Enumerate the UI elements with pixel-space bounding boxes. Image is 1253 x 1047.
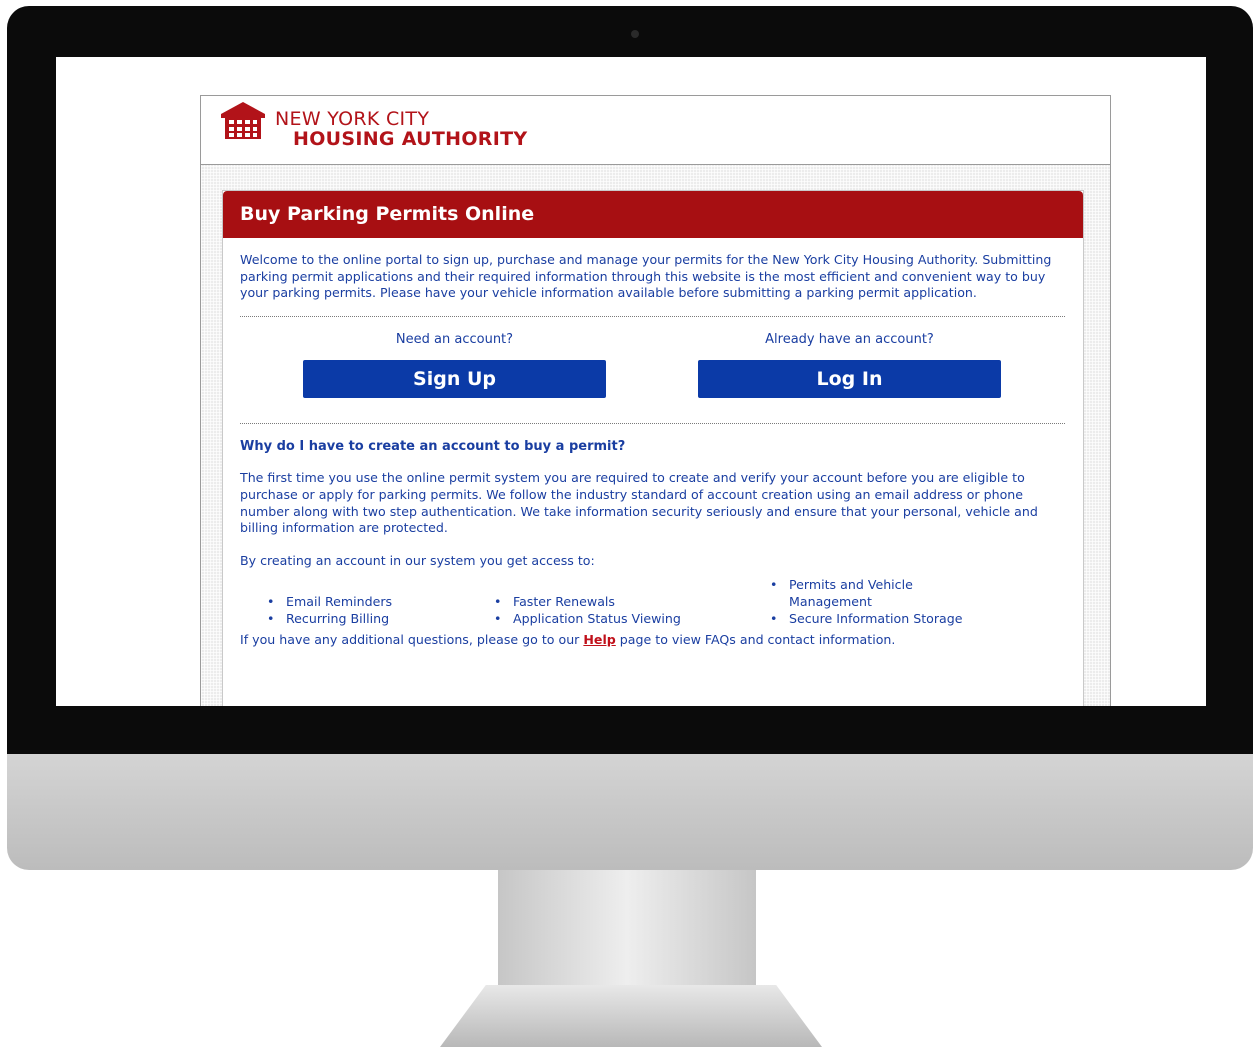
account-actions: Need an account? Sign Up Already have an… — [240, 317, 1065, 423]
list-item: Application Status Viewing — [489, 610, 681, 627]
intro-text: Welcome to the online portal to sign up,… — [240, 252, 1052, 301]
signup-question: Need an account? — [395, 332, 514, 348]
benefits-column: Email Reminders Recurring Billing — [262, 576, 392, 627]
signup-section: Need an account? Sign Up — [303, 317, 606, 399]
help-text-after: page to view FAQs and contact informatio… — [615, 631, 896, 647]
benefits-column: Permits and Vehicle Management Secure In… — [765, 576, 965, 627]
logo-text-line1: NEW YORK CITY — [275, 108, 430, 130]
benefits-column: Faster Renewals Application Status Viewi… — [489, 576, 681, 627]
access-intro: By creating an account in our system you… — [240, 552, 595, 568]
logo-text-line2: HOUSING AUTHORITY — [293, 128, 528, 150]
login-section: Already have an account? Log In — [698, 317, 1001, 399]
monitor-chin — [7, 754, 1253, 870]
sign-up-button[interactable]: Sign Up — [303, 360, 606, 399]
help-link[interactable]: Help — [583, 632, 615, 647]
help-line: If you have any additional questions, pl… — [240, 632, 1065, 647]
list-item: Secure Information Storage — [765, 610, 965, 627]
login-question: Already have an account? — [765, 332, 934, 348]
benefits-list: Email Reminders Recurring Billing Faster… — [240, 576, 1065, 632]
site-header: NEW YORK CITY HOUSING AUTHORITY — [201, 96, 1110, 165]
log-in-button[interactable]: Log In — [698, 360, 1001, 399]
why-heading: Why do I have to create an account to bu… — [240, 439, 626, 455]
list-item: Faster Renewals — [489, 593, 681, 610]
list-item: Permits and Vehicle Management — [765, 576, 965, 610]
why-text: The first time you use the online permit… — [240, 470, 1038, 536]
monitor-stand-base — [440, 985, 822, 1047]
monitor-stand — [498, 870, 756, 990]
list-item: Recurring Billing — [262, 610, 392, 627]
divider — [240, 423, 1065, 425]
camera-icon — [631, 30, 639, 38]
building-logo-icon[interactable] — [219, 100, 267, 140]
permits-panel: Buy Parking Permits Online Welcome to th… — [222, 190, 1084, 706]
panel-content: Welcome to the online portal to sign up,… — [223, 238, 1083, 647]
list-item: Email Reminders — [262, 593, 392, 610]
monitor-screen: NEW YORK CITY HOUSING AUTHORITY Buy Park… — [56, 57, 1206, 706]
help-text-before: If you have any additional questions, pl… — [240, 631, 584, 647]
panel-title: Buy Parking Permits Online — [223, 191, 1083, 238]
website-frame: NEW YORK CITY HOUSING AUTHORITY Buy Park… — [200, 95, 1111, 706]
